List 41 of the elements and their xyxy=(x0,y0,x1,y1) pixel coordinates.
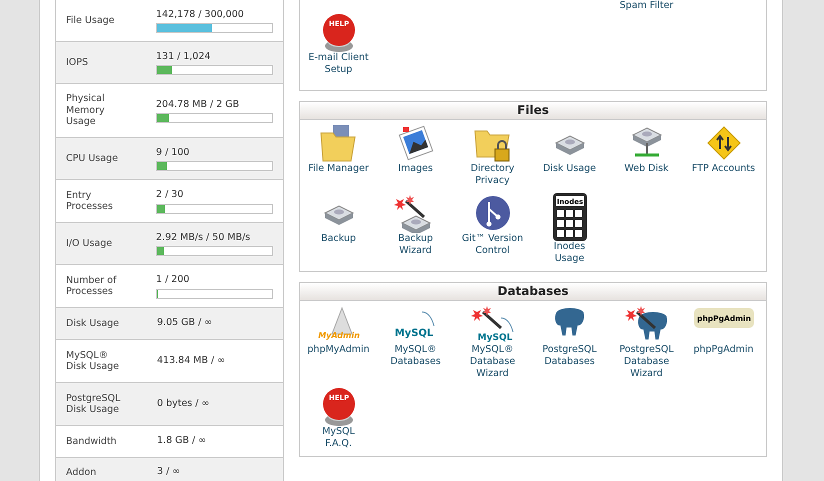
stat-label: Disk Usage xyxy=(66,318,120,330)
stat-label: PostgreSQL Disk Usage xyxy=(66,392,122,416)
stat-value: 142,178 / 300,000 xyxy=(156,8,245,22)
tool-link[interactable]: Directory Privacy xyxy=(454,123,531,187)
stat-label: Entry Processes xyxy=(66,190,114,212)
section-header: Files xyxy=(300,102,766,120)
section-header: Databases xyxy=(300,283,766,301)
stat-label: Addon xyxy=(66,466,98,478)
stat-label: File Usage xyxy=(66,14,116,26)
stat-value: 204.78 MB / 2 GB xyxy=(156,98,240,112)
tool-link[interactable]: Spam Filter xyxy=(608,0,685,12)
stat-value: 2 / 30 xyxy=(156,188,184,202)
stat-value: 131 / 1,024 xyxy=(156,50,212,64)
stat-label: MySQL® Disk Usage xyxy=(66,350,120,372)
tool-link[interactable]: Disk Usage xyxy=(531,123,608,187)
tool-link[interactable]: Backup Wizard xyxy=(377,193,454,265)
tool-link[interactable]: Web Disk xyxy=(608,123,685,187)
tool-link[interactable]: Backup xyxy=(300,193,377,265)
tool-link[interactable]: MySQL MySQL® Database Wizard xyxy=(454,304,531,380)
stat-value: 413.84 MB / ∞ xyxy=(157,354,226,368)
stat-label: IOPS xyxy=(66,56,90,68)
stat-value: 1 / 200 xyxy=(156,273,190,288)
tool-link[interactable]: MySQL MySQL® Databases xyxy=(377,304,454,380)
stat-value: 0 bytes / ∞ xyxy=(157,396,210,411)
tool-link[interactable]: Git™ Version Control xyxy=(454,193,531,265)
stat-label: Bandwidth xyxy=(66,436,118,448)
stat-label: CPU Usage xyxy=(66,152,119,164)
tool-link[interactable]: FTP Accounts xyxy=(685,123,762,187)
stat-value: 1.8 GB / ∞ xyxy=(157,434,208,448)
tool-link[interactable]: Images xyxy=(377,123,454,187)
tool-link[interactable]: File Manager xyxy=(300,123,377,187)
stat-value: 9 / 100 xyxy=(156,146,190,160)
stat-value: 2.92 MB/s / 50 MB/s xyxy=(156,230,252,245)
stat-value: 3 / ∞ xyxy=(157,465,182,480)
tool-link[interactable]: PostgreSQL Database Wizard xyxy=(608,304,685,380)
tool-link[interactable]: MyAdmin phpMyAdmin xyxy=(300,304,377,380)
stat-value: 9.05 GB / ∞ xyxy=(157,316,214,330)
stat-label: Physical Memory Usage xyxy=(66,93,106,128)
stat-label: I/O Usage xyxy=(66,238,114,250)
tool-link[interactable]: PostgreSQL Databases xyxy=(531,304,608,380)
stat-label: Number of Processes xyxy=(66,274,118,298)
